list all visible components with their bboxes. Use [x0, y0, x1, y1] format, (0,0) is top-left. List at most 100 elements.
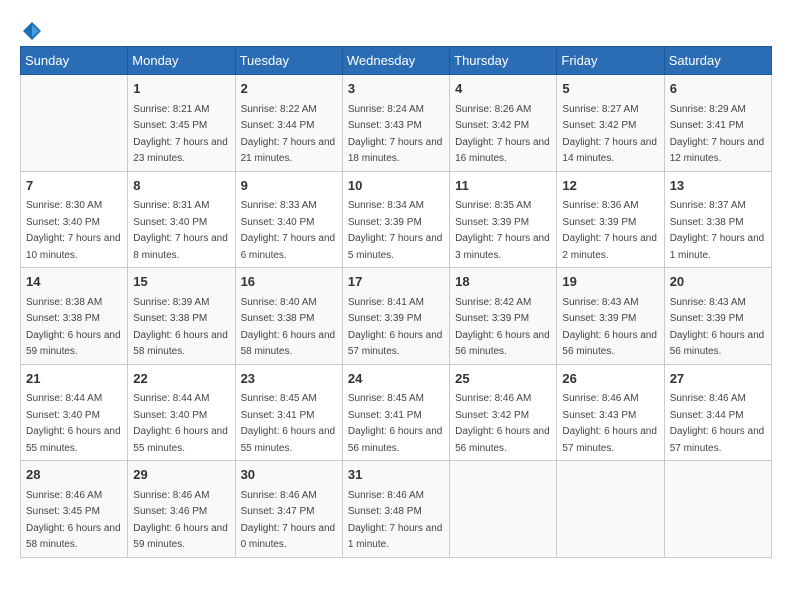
calendar-cell: 27 Sunrise: 8:46 AMSunset: 3:44 PMDaylig… [664, 364, 771, 461]
weekday-header-saturday: Saturday [664, 47, 771, 75]
calendar-cell: 2 Sunrise: 8:22 AMSunset: 3:44 PMDayligh… [235, 75, 342, 172]
day-info: Sunrise: 8:46 AMSunset: 3:44 PMDaylight:… [670, 393, 765, 454]
weekday-header-tuesday: Tuesday [235, 47, 342, 75]
day-number: 19 [562, 272, 658, 292]
calendar-cell: 19 Sunrise: 8:43 AMSunset: 3:39 PMDaylig… [557, 268, 664, 365]
calendar-cell: 21 Sunrise: 8:44 AMSunset: 3:40 PMDaylig… [21, 364, 128, 461]
day-info: Sunrise: 8:24 AMSunset: 3:43 PMDaylight:… [348, 104, 443, 165]
day-number: 18 [455, 272, 551, 292]
calendar-cell: 26 Sunrise: 8:46 AMSunset: 3:43 PMDaylig… [557, 364, 664, 461]
calendar-cell: 17 Sunrise: 8:41 AMSunset: 3:39 PMDaylig… [342, 268, 449, 365]
calendar-cell: 28 Sunrise: 8:46 AMSunset: 3:45 PMDaylig… [21, 461, 128, 558]
day-number: 23 [241, 369, 337, 389]
calendar-cell: 30 Sunrise: 8:46 AMSunset: 3:47 PMDaylig… [235, 461, 342, 558]
day-number: 4 [455, 79, 551, 99]
calendar-cell: 12 Sunrise: 8:36 AMSunset: 3:39 PMDaylig… [557, 171, 664, 268]
calendar-week-3: 14 Sunrise: 8:38 AMSunset: 3:38 PMDaylig… [21, 268, 772, 365]
day-info: Sunrise: 8:45 AMSunset: 3:41 PMDaylight:… [241, 393, 336, 454]
day-info: Sunrise: 8:39 AMSunset: 3:38 PMDaylight:… [133, 297, 228, 358]
calendar-cell: 4 Sunrise: 8:26 AMSunset: 3:42 PMDayligh… [450, 75, 557, 172]
calendar-week-2: 7 Sunrise: 8:30 AMSunset: 3:40 PMDayligh… [21, 171, 772, 268]
logo-icon [21, 20, 43, 42]
day-info: Sunrise: 8:46 AMSunset: 3:43 PMDaylight:… [562, 393, 657, 454]
day-info: Sunrise: 8:31 AMSunset: 3:40 PMDaylight:… [133, 200, 228, 261]
calendar-cell [664, 461, 771, 558]
calendar-table: SundayMondayTuesdayWednesdayThursdayFrid… [20, 46, 772, 558]
day-info: Sunrise: 8:42 AMSunset: 3:39 PMDaylight:… [455, 297, 550, 358]
calendar-cell: 13 Sunrise: 8:37 AMSunset: 3:38 PMDaylig… [664, 171, 771, 268]
day-info: Sunrise: 8:36 AMSunset: 3:39 PMDaylight:… [562, 200, 657, 261]
day-number: 26 [562, 369, 658, 389]
day-info: Sunrise: 8:21 AMSunset: 3:45 PMDaylight:… [133, 104, 228, 165]
weekday-header-friday: Friday [557, 47, 664, 75]
day-number: 25 [455, 369, 551, 389]
day-number: 30 [241, 465, 337, 485]
calendar-cell: 16 Sunrise: 8:40 AMSunset: 3:38 PMDaylig… [235, 268, 342, 365]
day-info: Sunrise: 8:38 AMSunset: 3:38 PMDaylight:… [26, 297, 121, 358]
day-number: 24 [348, 369, 444, 389]
day-number: 22 [133, 369, 229, 389]
day-info: Sunrise: 8:30 AMSunset: 3:40 PMDaylight:… [26, 200, 121, 261]
calendar-cell [450, 461, 557, 558]
day-info: Sunrise: 8:43 AMSunset: 3:39 PMDaylight:… [670, 297, 765, 358]
calendar-cell: 6 Sunrise: 8:29 AMSunset: 3:41 PMDayligh… [664, 75, 771, 172]
day-info: Sunrise: 8:46 AMSunset: 3:47 PMDaylight:… [241, 490, 336, 551]
day-info: Sunrise: 8:46 AMSunset: 3:45 PMDaylight:… [26, 490, 121, 551]
calendar-cell: 15 Sunrise: 8:39 AMSunset: 3:38 PMDaylig… [128, 268, 235, 365]
calendar-cell: 29 Sunrise: 8:46 AMSunset: 3:46 PMDaylig… [128, 461, 235, 558]
calendar-cell: 9 Sunrise: 8:33 AMSunset: 3:40 PMDayligh… [235, 171, 342, 268]
day-number: 16 [241, 272, 337, 292]
calendar-cell [557, 461, 664, 558]
day-number: 31 [348, 465, 444, 485]
day-number: 20 [670, 272, 766, 292]
day-info: Sunrise: 8:27 AMSunset: 3:42 PMDaylight:… [562, 104, 657, 165]
day-info: Sunrise: 8:40 AMSunset: 3:38 PMDaylight:… [241, 297, 336, 358]
calendar-cell: 20 Sunrise: 8:43 AMSunset: 3:39 PMDaylig… [664, 268, 771, 365]
day-number: 7 [26, 176, 122, 196]
day-info: Sunrise: 8:46 AMSunset: 3:48 PMDaylight:… [348, 490, 443, 551]
weekday-header-sunday: Sunday [21, 47, 128, 75]
day-number: 11 [455, 176, 551, 196]
day-number: 17 [348, 272, 444, 292]
calendar-cell: 8 Sunrise: 8:31 AMSunset: 3:40 PMDayligh… [128, 171, 235, 268]
calendar-cell: 10 Sunrise: 8:34 AMSunset: 3:39 PMDaylig… [342, 171, 449, 268]
day-number: 8 [133, 176, 229, 196]
calendar-cell: 23 Sunrise: 8:45 AMSunset: 3:41 PMDaylig… [235, 364, 342, 461]
day-number: 5 [562, 79, 658, 99]
day-number: 12 [562, 176, 658, 196]
day-number: 27 [670, 369, 766, 389]
day-info: Sunrise: 8:43 AMSunset: 3:39 PMDaylight:… [562, 297, 657, 358]
calendar-cell: 25 Sunrise: 8:46 AMSunset: 3:42 PMDaylig… [450, 364, 557, 461]
calendar-cell: 7 Sunrise: 8:30 AMSunset: 3:40 PMDayligh… [21, 171, 128, 268]
day-info: Sunrise: 8:44 AMSunset: 3:40 PMDaylight:… [26, 393, 121, 454]
calendar-week-5: 28 Sunrise: 8:46 AMSunset: 3:45 PMDaylig… [21, 461, 772, 558]
weekday-header-row: SundayMondayTuesdayWednesdayThursdayFrid… [21, 47, 772, 75]
weekday-header-wednesday: Wednesday [342, 47, 449, 75]
day-info: Sunrise: 8:33 AMSunset: 3:40 PMDaylight:… [241, 200, 336, 261]
day-info: Sunrise: 8:26 AMSunset: 3:42 PMDaylight:… [455, 104, 550, 165]
weekday-header-thursday: Thursday [450, 47, 557, 75]
day-info: Sunrise: 8:45 AMSunset: 3:41 PMDaylight:… [348, 393, 443, 454]
logo [20, 20, 44, 38]
calendar-cell [21, 75, 128, 172]
calendar-cell: 5 Sunrise: 8:27 AMSunset: 3:42 PMDayligh… [557, 75, 664, 172]
header [20, 20, 772, 38]
day-info: Sunrise: 8:29 AMSunset: 3:41 PMDaylight:… [670, 104, 765, 165]
day-number: 21 [26, 369, 122, 389]
day-number: 2 [241, 79, 337, 99]
day-info: Sunrise: 8:46 AMSunset: 3:46 PMDaylight:… [133, 490, 228, 551]
day-number: 9 [241, 176, 337, 196]
day-number: 6 [670, 79, 766, 99]
day-number: 10 [348, 176, 444, 196]
day-info: Sunrise: 8:41 AMSunset: 3:39 PMDaylight:… [348, 297, 443, 358]
calendar-week-4: 21 Sunrise: 8:44 AMSunset: 3:40 PMDaylig… [21, 364, 772, 461]
calendar-cell: 3 Sunrise: 8:24 AMSunset: 3:43 PMDayligh… [342, 75, 449, 172]
day-info: Sunrise: 8:44 AMSunset: 3:40 PMDaylight:… [133, 393, 228, 454]
day-info: Sunrise: 8:35 AMSunset: 3:39 PMDaylight:… [455, 200, 550, 261]
weekday-header-monday: Monday [128, 47, 235, 75]
day-number: 15 [133, 272, 229, 292]
calendar-cell: 22 Sunrise: 8:44 AMSunset: 3:40 PMDaylig… [128, 364, 235, 461]
calendar-cell: 1 Sunrise: 8:21 AMSunset: 3:45 PMDayligh… [128, 75, 235, 172]
calendar-cell: 14 Sunrise: 8:38 AMSunset: 3:38 PMDaylig… [21, 268, 128, 365]
calendar-cell: 24 Sunrise: 8:45 AMSunset: 3:41 PMDaylig… [342, 364, 449, 461]
